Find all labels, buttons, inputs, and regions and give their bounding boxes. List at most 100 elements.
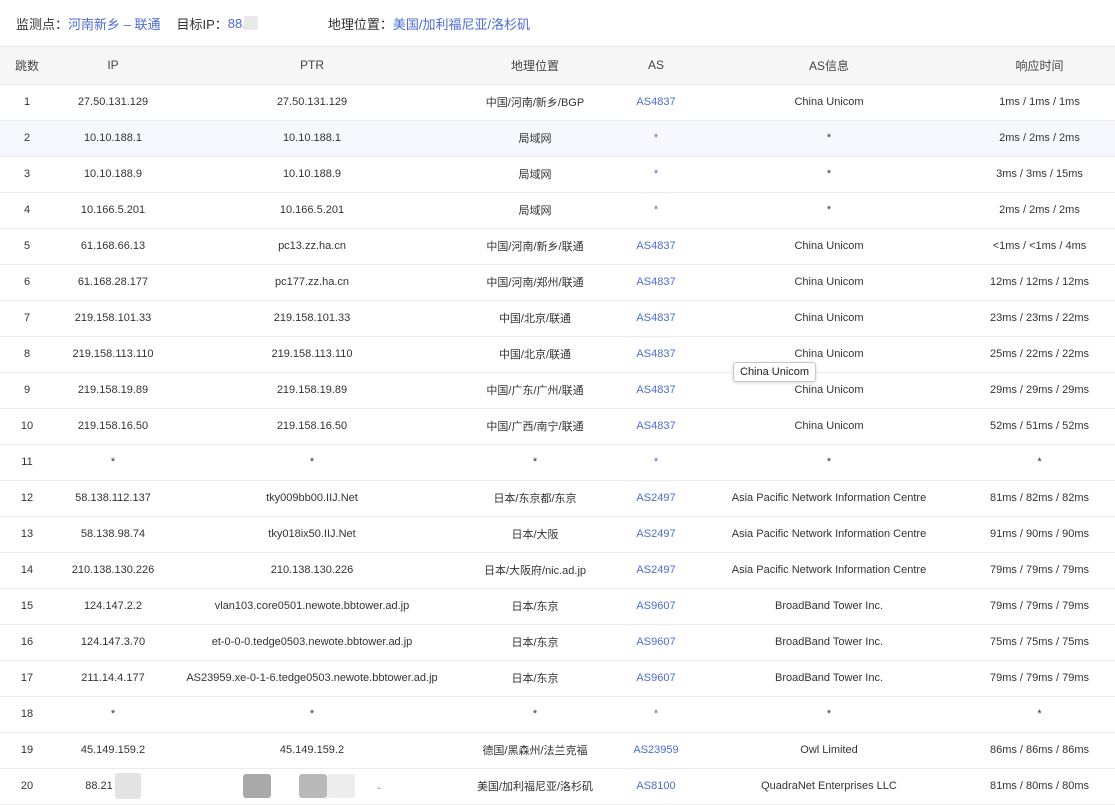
response-time-cell-text: 12ms / 12ms / 12ms xyxy=(989,276,1090,288)
as-link-text[interactable]: AS2497 xyxy=(636,528,675,540)
hop-cell: 15 xyxy=(0,588,54,625)
hop-cell-text: 12 xyxy=(20,492,34,504)
response-time-cell: <1ms / <1ms / 4ms xyxy=(964,228,1115,265)
ip-cell: 10.10.188.9 xyxy=(54,156,172,193)
as-link[interactable]: AS4837 xyxy=(618,408,694,445)
as-link[interactable]: * xyxy=(618,444,694,481)
as-info-cell-text: QuadraNet Enterprises LLC xyxy=(761,780,897,792)
traceroute-table: 跳数 IP PTR 地理位置 AS AS信息 响应时间 1 27.50.131.1… xyxy=(0,47,1115,805)
as-link[interactable]: AS2497 xyxy=(618,480,694,517)
as-link[interactable]: AS23959 xyxy=(618,732,694,769)
response-time-cell-text: 81ms / 82ms / 82ms xyxy=(989,492,1090,504)
as-info-cell-text: Asia Pacific Network Information Centre xyxy=(731,528,927,540)
ptr-cell-text: vlan103.core0501.newote.bbtower.ad.jp xyxy=(214,600,410,612)
as-link-text[interactable]: * xyxy=(654,168,658,180)
ip-cell-text: 58.138.98.74 xyxy=(80,528,146,540)
response-time-cell-text: * xyxy=(1037,708,1042,720)
ip-cell-text: 124.147.2.2 xyxy=(83,600,143,612)
as-link-text[interactable]: AS2497 xyxy=(636,492,675,504)
ip-cell-text: 45.149.159.2 xyxy=(80,744,146,756)
ip-cell: 61.168.66.13 xyxy=(54,228,172,265)
response-time-cell: 2ms / 2ms / 2ms xyxy=(964,192,1115,229)
as-link[interactable]: AS9607 xyxy=(618,624,694,661)
as-link[interactable]: AS4837 xyxy=(618,372,694,409)
table-row: 15 124.147.2.2 vlan103.core0501.newote.bbt… xyxy=(0,588,1115,625)
as-link[interactable]: AS4837 xyxy=(618,228,694,265)
col-header-ip: IP xyxy=(54,47,172,85)
as-link-text[interactable]: AS9607 xyxy=(636,636,675,648)
ip-cell-text: 10.166.5.201 xyxy=(80,204,146,216)
as-link-text[interactable]: AS9607 xyxy=(636,600,675,612)
as-info-cell-text: Asia Pacific Network Information Centre xyxy=(731,492,927,504)
as-link-text[interactable]: * xyxy=(654,708,658,720)
geo-cell: 中国/广西/南宁/联通 xyxy=(452,408,618,445)
as-info-cell-text: China Unicom xyxy=(794,240,864,252)
ptr-cell: 219.158.101.33 xyxy=(172,300,452,337)
hop-cell: 20 xyxy=(0,768,54,805)
col-header-geo: 地理位置 xyxy=(452,47,618,85)
response-time-cell: 29ms / 29ms / 29ms xyxy=(964,372,1115,409)
as-link-text[interactable]: AS4837 xyxy=(636,348,675,360)
as-link[interactable]: AS2497 xyxy=(618,516,694,553)
geo-cell: 日本/东京 xyxy=(452,588,618,625)
table-row: 3 10.10.188.9 10.10.188.9 局域网 * * 3ms / 3ms / … xyxy=(0,156,1115,193)
as-link[interactable]: AS9607 xyxy=(618,660,694,697)
monitor-point-value[interactable]: 河南新乡 – 联通 xyxy=(68,14,160,33)
ip-cell-text: 10.10.188.1 xyxy=(83,132,143,144)
as-link-text[interactable]: AS4837 xyxy=(636,96,675,108)
ip-cell-text: 88.21 xyxy=(85,779,113,792)
response-time-cell: 86ms / 86ms / 86ms xyxy=(964,732,1115,769)
geo-location-value[interactable]: 美国/加利福尼亚/洛杉矶 xyxy=(393,14,530,33)
geo-cell-text: 日本/东京 xyxy=(511,673,559,685)
as-link-text[interactable]: AS2497 xyxy=(636,564,675,576)
response-time-cell: 81ms / 80ms / 80ms xyxy=(964,768,1115,805)
as-link[interactable]: AS8100 xyxy=(618,768,694,805)
as-link[interactable]: AS4837 xyxy=(618,84,694,121)
as-link-text[interactable]: * xyxy=(654,456,658,468)
as-link-text[interactable]: AS9607 xyxy=(636,672,675,684)
as-link[interactable]: AS9607 xyxy=(618,588,694,625)
as-link[interactable]: AS4837 xyxy=(618,264,694,301)
ptr-cell-text: 210.138.130.226 xyxy=(270,564,354,576)
as-info-cell-text: Owl Limited xyxy=(800,744,858,756)
as-link[interactable]: AS2497 xyxy=(618,552,694,589)
as-link-text[interactable]: AS8100 xyxy=(636,780,675,792)
hop-cell: 12 xyxy=(0,480,54,517)
table-row: 17 211.14.4.177 AS23959.xe-0-1-6.tedge0503… xyxy=(0,660,1115,697)
as-link[interactable]: * xyxy=(618,120,694,157)
geo-cell-text: 局域网 xyxy=(518,205,552,217)
as-info-cell-text: * xyxy=(826,708,832,720)
as-link[interactable]: * xyxy=(618,156,694,193)
table-row: 4 10.166.5.201 10.166.5.201 局域网 * * 2ms / 2ms … xyxy=(0,192,1115,229)
as-link-text[interactable]: AS23959 xyxy=(633,744,678,756)
as-link-text[interactable]: AS4837 xyxy=(636,384,675,396)
as-link-text[interactable]: AS4837 xyxy=(636,240,675,252)
response-time-cell: 12ms / 12ms / 12ms xyxy=(964,264,1115,301)
response-time-cell-text: 1ms / 1ms / 1ms xyxy=(999,96,1080,108)
ptr-cell: pc13.zz.ha.cn xyxy=(172,228,452,265)
as-link-text[interactable]: * xyxy=(654,132,658,144)
hop-cell: 13 xyxy=(0,516,54,553)
as-link[interactable]: * xyxy=(618,192,694,229)
as-link-text[interactable]: AS4837 xyxy=(636,276,675,288)
geo-cell-text: 日本/东京 xyxy=(511,601,559,613)
ip-cell-text: 27.50.131.129 xyxy=(77,96,149,108)
as-link-text[interactable]: AS4837 xyxy=(636,420,675,432)
as-link-text[interactable]: AS4837 xyxy=(636,312,675,324)
geo-cell: 日本/东京 xyxy=(452,660,618,697)
as-link[interactable]: AS4837 xyxy=(618,300,694,337)
table-row: 13 58.138.98.74 tky018ix50.IIJ.Net 日本/大阪 AS2… xyxy=(0,516,1115,553)
hop-cell: 11 xyxy=(0,444,54,481)
response-time-cell-text: 25ms / 22ms / 22ms xyxy=(989,348,1090,360)
as-info-cell: BroadBand Tower Inc. xyxy=(694,588,964,625)
redaction-mask xyxy=(299,774,328,798)
ptr-cell-text: . xyxy=(377,779,381,792)
as-link-text[interactable]: * xyxy=(654,204,658,216)
as-link[interactable]: * xyxy=(618,696,694,733)
monitor-point-label: 监测点： xyxy=(16,16,69,32)
response-time-cell: 79ms / 79ms / 79ms xyxy=(964,588,1115,625)
response-time-cell-text: <1ms / <1ms / 4ms xyxy=(992,240,1087,252)
as-info-cell: China Unicom xyxy=(694,300,964,337)
as-link[interactable]: AS4837 xyxy=(618,336,694,373)
hop-cell-text: 17 xyxy=(20,672,34,684)
